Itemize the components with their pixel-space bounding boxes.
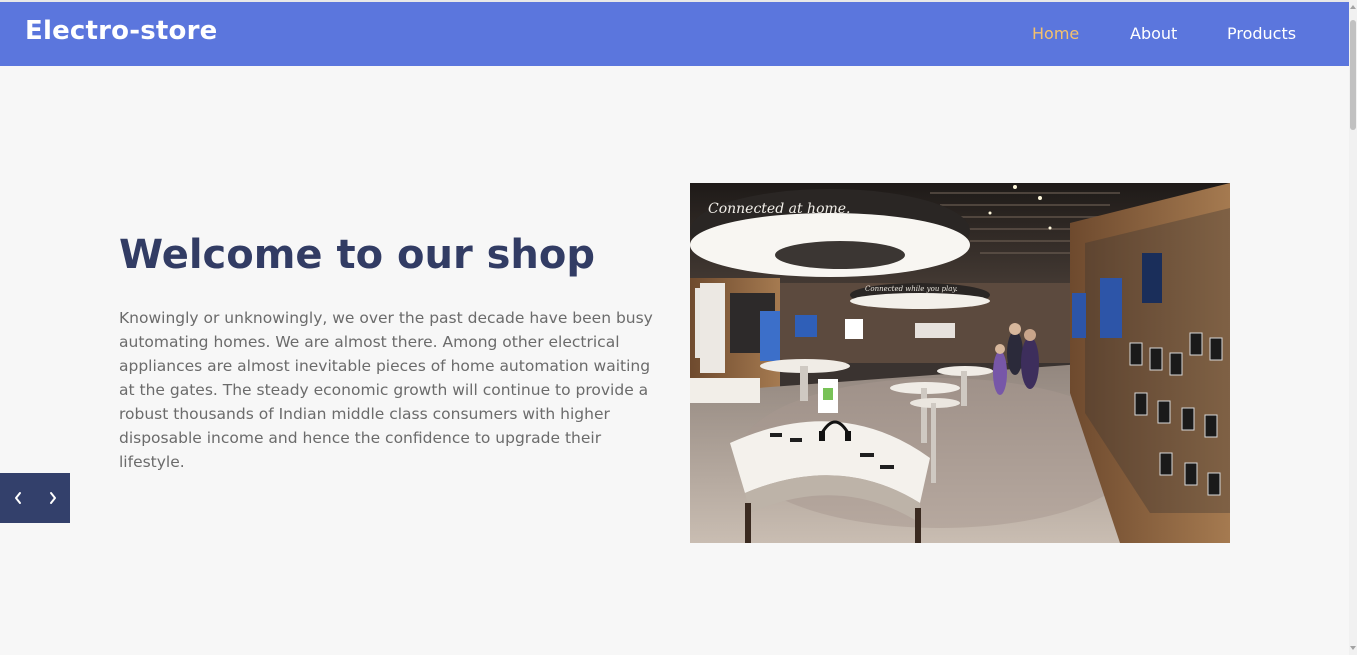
sign-connected-at-home: Connected at home.	[708, 201, 851, 217]
slider-next-button[interactable]	[35, 473, 70, 523]
slider-prev-button[interactable]	[0, 473, 35, 523]
hero-title: Welcome to our shop	[119, 232, 595, 278]
nav-link-products[interactable]: Products	[1227, 24, 1296, 43]
page: Electro-store Home About Products Welcom…	[0, 0, 1357, 655]
brand-logo[interactable]: Electro-store	[25, 16, 217, 46]
sign-connected-while-you-play: Connected while you play.	[865, 285, 958, 293]
store-photo: Connected at home. Connected while you p…	[690, 183, 1230, 543]
scrollbar-thumb[interactable]	[1350, 20, 1356, 130]
nav-link-home[interactable]: Home	[1032, 24, 1079, 43]
scroll-up-arrow-icon[interactable]	[1349, 2, 1357, 12]
chevron-left-icon	[14, 492, 21, 504]
nav-link-about[interactable]: About	[1130, 24, 1177, 43]
navbar: Electro-store Home About Products	[0, 2, 1349, 66]
hero-description: Knowingly or unknowingly, we over the pa…	[119, 309, 653, 471]
scroll-down-arrow-icon[interactable]	[1349, 643, 1357, 653]
vertical-scrollbar[interactable]	[1349, 0, 1357, 655]
hero-image: Connected at home. Connected while you p…	[690, 183, 1230, 543]
chevron-right-icon	[49, 492, 56, 504]
slider-controls	[0, 473, 70, 523]
